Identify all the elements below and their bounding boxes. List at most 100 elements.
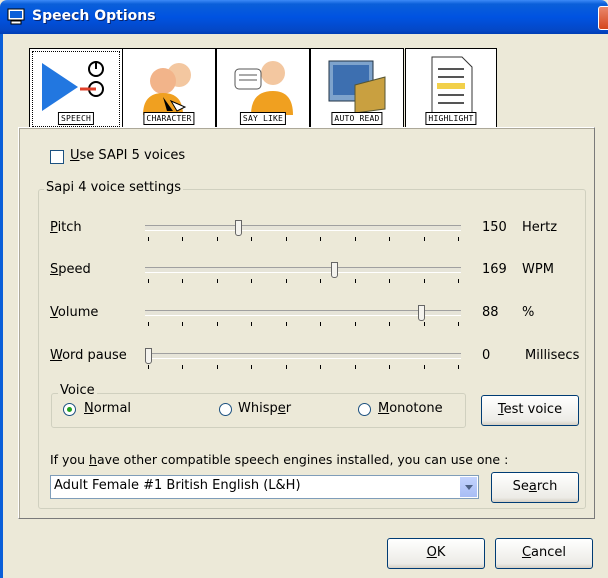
slider-unit: Hertz <box>522 220 558 235</box>
speech-engine-value: Adult Female #1 British English (L&H) <box>54 478 301 493</box>
window-title: Speech Options <box>32 8 156 24</box>
slider-label-text: ord pause <box>62 348 127 363</box>
slider-tick <box>251 365 252 369</box>
auto-read-book-icon <box>328 60 386 114</box>
engine-prompt: If you have other compatible speech engi… <box>50 452 509 467</box>
slider-tick <box>355 279 356 283</box>
slider-tick <box>286 279 287 283</box>
voice-normal-radio[interactable] <box>63 403 76 416</box>
slider-tick <box>458 365 459 369</box>
voice-monotone-label[interactable]: Monotone <box>378 401 443 416</box>
slider-tick <box>424 365 425 369</box>
slider-tick <box>217 237 218 241</box>
voice-normal-label[interactable]: Normal <box>84 401 131 416</box>
slider-tick <box>424 237 425 241</box>
cancel-button[interactable]: Cancel <box>495 538 593 569</box>
slider-unit: WPM <box>522 262 554 277</box>
title-bar[interactable]: Speech Options <box>0 0 608 34</box>
slider-track[interactable] <box>145 353 461 359</box>
tab-character-label: CHARACTER <box>143 112 195 125</box>
slider-tick <box>148 237 149 241</box>
voice-whisper-radio[interactable] <box>219 403 232 416</box>
slider-value: 150 <box>482 220 507 235</box>
slider-label-text: itch <box>57 220 82 235</box>
speech-options-dialog: Speech Options SPEECH CHARACTER SAY LIKE… <box>0 0 608 578</box>
slider-label: Pitch <box>50 220 82 235</box>
tab-speech[interactable]: SPEECH <box>29 48 123 129</box>
slider-tick <box>251 237 252 241</box>
slider-tick <box>320 279 321 283</box>
slider-unit: % <box>522 305 535 320</box>
slider-track[interactable] <box>145 225 461 231</box>
chevron-down-icon[interactable] <box>459 477 477 497</box>
slider-tick <box>251 322 252 326</box>
slider-tick <box>286 322 287 326</box>
slider-label-accelerator: V <box>50 305 58 320</box>
tab-say-like-label: SAY LIKE <box>239 112 287 125</box>
slider-tick <box>182 365 183 369</box>
tab-speech-label: SPEECH <box>57 112 95 125</box>
voice-monotone-radio[interactable] <box>358 403 371 416</box>
say-like-people-icon <box>234 61 293 115</box>
slider-label-accelerator: W <box>50 348 63 363</box>
sapi4-group-title: Sapi 4 voice settings <box>44 180 183 195</box>
tab-auto-read-label: AUTO READ <box>331 112 383 125</box>
character-people-icon <box>143 63 191 115</box>
slider-tick <box>458 279 459 283</box>
slider-tick <box>389 365 390 369</box>
slider-tick <box>320 237 321 241</box>
tab-highlight[interactable]: HIGHLIGHT <box>405 48 497 129</box>
slider-thumb[interactable] <box>418 305 425 321</box>
speech-engine-select[interactable]: Adult Female #1 British English (L&H) <box>50 475 479 499</box>
use-sapi5-checkbox[interactable] <box>50 150 64 164</box>
tab-auto-read[interactable]: AUTO READ <box>310 48 404 129</box>
slider-tick <box>355 365 356 369</box>
slider-value: 169 <box>482 262 507 277</box>
close-button[interactable] <box>598 6 608 30</box>
slider-tick <box>389 237 390 241</box>
slider-tick <box>286 237 287 241</box>
slider-tick <box>389 322 390 326</box>
slider-tick <box>424 279 425 283</box>
slider-thumb[interactable] <box>235 220 242 236</box>
slider-track[interactable] <box>145 310 461 316</box>
test-voice-button[interactable]: Test voice <box>481 395 579 426</box>
slider-tick <box>286 365 287 369</box>
slider-tick <box>182 279 183 283</box>
ok-button[interactable]: OK <box>387 538 485 569</box>
tab-say-like[interactable]: SAY LIKE <box>216 48 310 129</box>
slider-tick <box>148 279 149 283</box>
slider-label-text: olume <box>57 305 99 320</box>
tab-character[interactable]: CHARACTER <box>122 48 216 129</box>
slider-thumb[interactable] <box>145 348 152 364</box>
use-sapi5-label[interactable]: Use SAPI 5 voices <box>70 148 185 163</box>
search-button[interactable]: Search <box>491 472 579 503</box>
speech-play-icon <box>42 61 104 111</box>
slider-tick <box>182 322 183 326</box>
slider-tick <box>251 279 252 283</box>
slider-tick <box>424 322 425 326</box>
slider-value: 0 <box>482 348 491 363</box>
slider-unit: Millisecs <box>525 348 580 363</box>
tab-highlight-label: HIGHLIGHT <box>425 112 477 125</box>
slider-tick <box>217 322 218 326</box>
slider-thumb[interactable] <box>331 262 338 278</box>
computer-icon <box>7 8 25 25</box>
slider-tick <box>217 365 218 369</box>
voice-whisper-label[interactable]: Whisper <box>238 401 291 416</box>
slider-track[interactable] <box>145 267 461 273</box>
slider-tick <box>458 237 459 241</box>
window-border-left <box>0 34 3 578</box>
slider-tick <box>355 322 356 326</box>
slider-label: Volume <box>50 305 98 320</box>
slider-label: Speed <box>50 262 91 277</box>
slider-label: Word pause <box>50 348 127 363</box>
slider-tick <box>320 322 321 326</box>
slider-label-accelerator: P <box>50 220 58 235</box>
slider-tick <box>355 237 356 241</box>
slider-tick <box>320 365 321 369</box>
slider-label-text: peed <box>58 262 91 277</box>
slider-tick <box>148 322 149 326</box>
slider-tick <box>217 279 218 283</box>
slider-tick <box>389 279 390 283</box>
